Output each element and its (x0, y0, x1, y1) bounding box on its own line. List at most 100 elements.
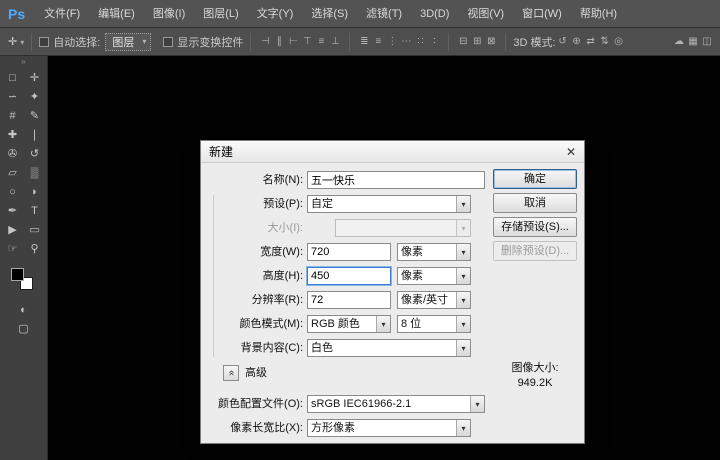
tool-preset-picker[interactable]: ✛ ▾ (8, 35, 24, 48)
path-selection-tool-icon[interactable]: ▶ (2, 220, 24, 239)
bit-depth-dropdown[interactable]: 8 位 (397, 315, 471, 333)
save-preset-button[interactable]: 存储预设(S)... (493, 217, 577, 237)
lasso-tool-icon[interactable]: ∽ (2, 87, 24, 106)
rectangle-tool-icon[interactable]: ▭ (24, 220, 46, 239)
align-bottom-edges-icon[interactable]: ⊥ (328, 36, 342, 47)
menu-window[interactable]: 窗口(W) (513, 0, 571, 28)
hand-tool-icon[interactable]: ☞ (2, 239, 24, 258)
width-unit-dropdown[interactable]: 像素 (397, 243, 471, 261)
resolution-unit-value: 像素/英寸 (398, 292, 456, 308)
brush-tool-icon[interactable]: ❘ (24, 125, 46, 144)
auto-blend-layers-icon[interactable]: ⊞ (470, 36, 484, 47)
align-horizontal-centers-icon[interactable]: ∥ (272, 36, 286, 47)
dodge-tool-icon[interactable]: ◗ (24, 182, 46, 201)
chevron-down-icon (456, 220, 470, 236)
menu-view[interactable]: 视图(V) (458, 0, 513, 28)
menu-edit[interactable]: 编辑(E) (89, 0, 144, 28)
name-label: 名称(N): (207, 171, 303, 189)
3d-mode-label: 3D 模式: (513, 34, 555, 50)
resolution-unit-dropdown[interactable]: 像素/英寸 (397, 291, 471, 309)
width-unit-value: 像素 (398, 244, 456, 260)
height-label: 高度(H): (207, 267, 303, 285)
show-transform-checkbox[interactable] (163, 37, 173, 47)
clone-stamp-tool-icon[interactable]: ✇ (2, 144, 24, 163)
zoom-tool-icon[interactable]: ⚲ (24, 239, 46, 258)
preset-dropdown[interactable]: 自定 (307, 195, 471, 213)
distribute-left-edges-icon[interactable]: ⋯ (399, 36, 413, 47)
foreground-color-swatch[interactable] (11, 268, 24, 281)
panel-layout-icon[interactable]: ◫ (700, 36, 714, 47)
background-contents-dropdown[interactable]: 白色 (307, 339, 471, 357)
chevron-down-icon: ▾ (142, 37, 146, 46)
chevron-down-icon (470, 396, 484, 412)
layer-options-icon[interactable]: ⊠ (484, 36, 498, 47)
menu-image[interactable]: 图像(I) (144, 0, 194, 28)
auto-select-target-dropdown[interactable]: 图层 ▾ (105, 33, 151, 51)
crop-tool-icon[interactable]: # (2, 106, 24, 125)
eyedropper-tool-icon[interactable]: ✎ (24, 106, 46, 125)
align-vertical-centers-icon[interactable]: ≡ (314, 36, 328, 47)
quick-mask-mode-icon[interactable]: ◐ (13, 300, 35, 319)
3d-roll-icon[interactable]: ⊕ (570, 36, 584, 47)
chevron-down-icon (456, 420, 470, 436)
rectangular-marquee-tool-icon[interactable]: □ (2, 68, 24, 87)
width-input[interactable] (307, 243, 391, 261)
resolution-input[interactable] (307, 291, 391, 309)
gradient-tool-icon[interactable]: ▒ (24, 163, 46, 182)
screen-mode-icon[interactable]: ▢ (13, 319, 35, 338)
3d-pan-icon[interactable]: ⇄ (584, 36, 598, 47)
ok-button[interactable]: 确定 (493, 169, 577, 189)
dialog-title-bar[interactable]: 新建 ✕ (201, 141, 584, 163)
color-mode-dropdown[interactable]: RGB 颜色 (307, 315, 391, 333)
color-profile-label: 颜色配置文件(O): (207, 395, 303, 413)
spot-healing-brush-tool-icon[interactable]: ✚ (2, 125, 24, 144)
advanced-collapse-button[interactable]: « (223, 365, 239, 381)
divider (349, 33, 350, 51)
blur-tool-icon[interactable]: ○ (2, 182, 24, 201)
close-icon[interactable]: ✕ (566, 141, 576, 163)
align-top-edges-icon[interactable]: ⊤ (300, 36, 314, 47)
move-tool-icon: ✛ (8, 36, 17, 48)
height-input[interactable] (307, 267, 391, 285)
type-tool-icon[interactable]: T (24, 201, 46, 220)
tools-panel: » □ ✛ ∽ ✦ # ✎ ✚ ❘ ✇ ↺ ▱ ▒ ○ ◗ ✒ T ▶ ▭ ☞ … (0, 56, 48, 460)
align-left-edges-icon[interactable]: ⊣ (258, 36, 272, 47)
workspace-grid-icon[interactable]: ▦ (686, 36, 700, 47)
menu-select[interactable]: 选择(S) (302, 0, 357, 28)
menu-help[interactable]: 帮助(H) (571, 0, 626, 28)
auto-align-layers-icon[interactable]: ⊟ (456, 36, 470, 47)
align-right-edges-icon[interactable]: ⊢ (286, 36, 300, 47)
move-tool-icon[interactable]: ✛ (24, 68, 46, 87)
auto-select-checkbox[interactable] (39, 37, 49, 47)
quick-selection-tool-icon[interactable]: ✦ (24, 87, 46, 106)
3d-scale-icon[interactable]: ◎ (612, 36, 626, 47)
divider (31, 33, 32, 51)
menu-filter[interactable]: 滤镜(T) (357, 0, 411, 28)
height-unit-value: 像素 (398, 268, 456, 284)
color-profile-dropdown[interactable]: sRGB IEC61966-2.1 (307, 395, 485, 413)
pixel-aspect-dropdown[interactable]: 方形像素 (307, 419, 471, 437)
history-brush-tool-icon[interactable]: ↺ (24, 144, 46, 163)
distribute-horizontal-centers-icon[interactable]: ∷ (413, 36, 427, 47)
3d-slide-icon[interactable]: ⇅ (598, 36, 612, 47)
name-input[interactable] (307, 171, 485, 189)
distribute-right-edges-icon[interactable]: ∶ (427, 36, 441, 47)
pen-tool-icon[interactable]: ✒ (2, 201, 24, 220)
menu-type[interactable]: 文字(Y) (248, 0, 303, 28)
menu-file[interactable]: 文件(F) (35, 0, 89, 28)
options-bar: ✛ ▾ 自动选择: 图层 ▾ 显示变换控件 ⊣ ∥ ⊢ ⊤ ≡ ⊥ ≣ ≡ ⋮ … (0, 28, 720, 56)
distribute-vertical-centers-icon[interactable]: ≡ (371, 36, 385, 47)
chevron-down-icon (456, 340, 470, 356)
height-unit-dropdown[interactable]: 像素 (397, 267, 471, 285)
menu-layer[interactable]: 图层(L) (194, 0, 247, 28)
distribute-top-edges-icon[interactable]: ≣ (357, 36, 371, 47)
creative-cloud-icon[interactable]: ☁ (672, 36, 686, 47)
toolbar-collapse-icon[interactable]: » (0, 56, 47, 68)
new-document-dialog: 新建 ✕ 名称(N): 预设(P): 自定 大小(I): 宽度(W): 像素 高… (200, 140, 585, 444)
dialog-title: 新建 (209, 141, 233, 163)
menu-3d[interactable]: 3D(D) (411, 0, 458, 28)
distribute-bottom-edges-icon[interactable]: ⋮ (385, 36, 399, 47)
3d-rotate-icon[interactable]: ↺ (556, 36, 570, 47)
cancel-button[interactable]: 取消 (493, 193, 577, 213)
eraser-tool-icon[interactable]: ▱ (2, 163, 24, 182)
